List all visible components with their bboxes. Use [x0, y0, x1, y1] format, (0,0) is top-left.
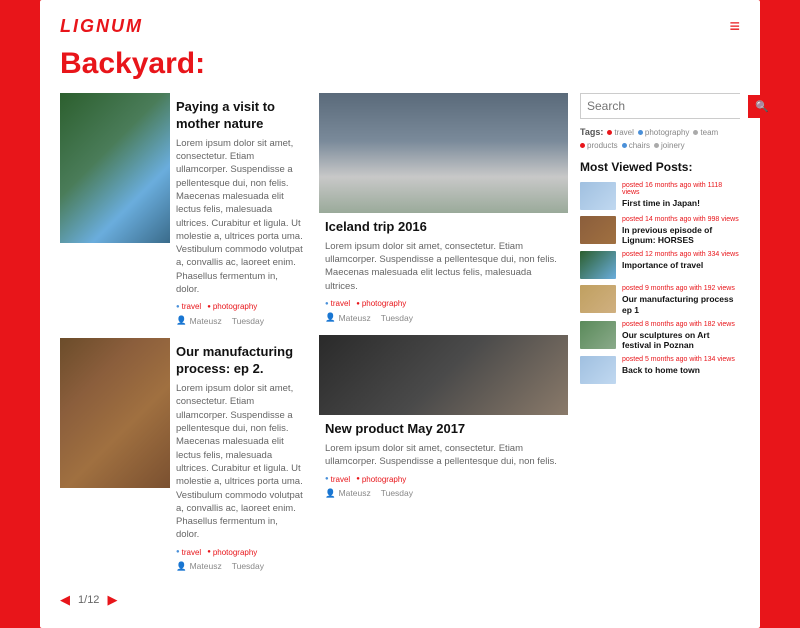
article-1-title: Paying a visit to mother nature [176, 99, 303, 133]
article-col-2: Iceland trip 2016 Lorem ipsum dolor sit … [319, 93, 568, 608]
mv-meta-1: posted 16 months ago with 1118 views [622, 182, 740, 196]
tag-pill-travel[interactable]: travel [607, 127, 634, 137]
tag-travel-3[interactable]: travel [325, 299, 350, 308]
tags-label: Tags: [580, 127, 603, 137]
article-3-title: Iceland trip 2016 [325, 219, 562, 236]
mv-thumb-6 [580, 356, 616, 384]
most-viewed-list: posted 16 months ago with 1118 views Fir… [580, 182, 740, 384]
mv-title-4: Our manufacturing process ep 1 [622, 294, 740, 314]
mv-meta-6: posted 5 months ago with 134 views [622, 356, 740, 363]
mv-meta-4: posted 9 months ago with 192 views [622, 285, 740, 292]
article-2-image [60, 338, 170, 488]
most-viewed-title: Most Viewed Posts: [580, 160, 740, 174]
date-2: Tuesday [232, 561, 264, 571]
articles-section: Paying a visit to mother nature Lorem ip… [60, 93, 568, 608]
date-3: Tuesday [381, 313, 413, 323]
article-1-meta: 👤 Mateusz Tuesday [176, 315, 303, 326]
article-2-excerpt: Lorem ipsum dolor sit amet, consectetur.… [176, 382, 303, 542]
mv-title-3: Importance of travel [622, 260, 740, 270]
article-3-excerpt: Lorem ipsum dolor sit amet, consectetur.… [325, 240, 562, 293]
article-card-4[interactable]: New product May 2017 Lorem ipsum dolor s… [319, 335, 568, 502]
author-icon-1: 👤 Mateusz [176, 315, 222, 326]
mv-title-2: In previous episode of Lignum: HORSES [622, 225, 740, 245]
article-card-1[interactable]: Paying a visit to mother nature Lorem ip… [60, 93, 309, 330]
mv-text-3: posted 12 months ago with 334 views Impo… [622, 251, 740, 270]
article-4-meta: 👤 Mateusz Tuesday [325, 488, 562, 499]
mv-title-1: First time in Japan! [622, 198, 740, 208]
mv-item-3[interactable]: posted 12 months ago with 334 views Impo… [580, 251, 740, 279]
article-4-tags: travel photography [325, 475, 562, 484]
mv-title-6: Back to home town [622, 365, 740, 375]
tag-photo-4[interactable]: photography [356, 475, 406, 484]
article-4-excerpt: Lorem ipsum dolor sit amet, consectetur.… [325, 442, 562, 469]
logo: LIGNUM [60, 16, 143, 37]
mv-thumb-4 [580, 285, 616, 313]
page-title: Backyard: [60, 47, 740, 81]
hamburger-icon[interactable]: ≡ [729, 16, 740, 37]
top-bar: LIGNUM ≡ [60, 16, 740, 37]
author-icon-4: 👤 Mateusz [325, 488, 371, 499]
main-content: Paying a visit to mother nature Lorem ip… [60, 93, 740, 608]
tag-pill-products[interactable]: products [580, 141, 618, 150]
article-1-body: Paying a visit to mother nature Lorem ip… [170, 93, 309, 330]
tag-travel-4[interactable]: travel [325, 475, 350, 484]
tag-travel-2[interactable]: travel [176, 548, 201, 557]
mv-text-4: posted 9 months ago with 192 views Our m… [622, 285, 740, 314]
author-icon-3: 👤 Mateusz [325, 312, 371, 323]
article-card-3[interactable]: Iceland trip 2016 Lorem ipsum dolor sit … [319, 93, 568, 327]
mv-item-6[interactable]: posted 5 months ago with 134 views Back … [580, 356, 740, 384]
article-4-image [319, 335, 568, 415]
tag-pill-joinery[interactable]: joinery [654, 141, 685, 150]
search-input[interactable] [581, 94, 748, 118]
mv-thumb-5 [580, 321, 616, 349]
mv-text-5: posted 8 months ago with 182 views Our s… [622, 321, 740, 350]
tag-photo-2[interactable]: photography [207, 548, 257, 557]
tag-pill-team[interactable]: team [693, 127, 718, 137]
article-1-excerpt: Lorem ipsum dolor sit amet, consectetur.… [176, 137, 303, 297]
article-1-image [60, 93, 170, 243]
article-3-body: Iceland trip 2016 Lorem ipsum dolor sit … [319, 213, 568, 327]
author-icon-2: 👤 Mateusz [176, 561, 222, 572]
date-1: Tuesday [232, 316, 264, 326]
article-3-image [319, 93, 568, 213]
article-3-meta: 👤 Mateusz Tuesday [325, 312, 562, 323]
article-card-2[interactable]: Our manufacturing process: ep 2. Lorem i… [60, 338, 309, 575]
mv-meta-5: posted 8 months ago with 182 views [622, 321, 740, 328]
mv-thumb-1 [580, 182, 616, 210]
date-4: Tuesday [381, 488, 413, 498]
mv-item-4[interactable]: posted 9 months ago with 192 views Our m… [580, 285, 740, 314]
article-2-title: Our manufacturing process: ep 2. [176, 344, 303, 378]
article-col-1: Paying a visit to mother nature Lorem ip… [60, 93, 309, 608]
article-2-body: Our manufacturing process: ep 2. Lorem i… [170, 338, 309, 575]
mv-item-5[interactable]: posted 8 months ago with 182 views Our s… [580, 321, 740, 350]
article-4-title: New product May 2017 [325, 421, 562, 438]
article-4-body: New product May 2017 Lorem ipsum dolor s… [319, 415, 568, 502]
tag-travel-1[interactable]: travel [176, 302, 201, 311]
tag-pill-chairs[interactable]: chairs [622, 141, 650, 150]
article-2-tags: travel photography [176, 548, 303, 557]
mv-meta-2: posted 14 months ago with 998 views [622, 216, 740, 223]
mv-text-1: posted 16 months ago with 1118 views Fir… [622, 182, 740, 208]
mv-item-2[interactable]: posted 14 months ago with 998 views In p… [580, 216, 740, 245]
mv-item-1[interactable]: posted 16 months ago with 1118 views Fir… [580, 182, 740, 210]
tags-section: Tags: travel photography team products c… [580, 127, 740, 150]
mv-title-5: Our sculptures on Art festival in Poznan [622, 330, 740, 350]
tag-photo-1[interactable]: photography [207, 302, 257, 311]
mv-text-6: posted 5 months ago with 134 views Back … [622, 356, 740, 375]
main-container: LIGNUM ≡ Backyard: Paying a visit to mot… [40, 0, 760, 628]
article-2-meta: 👤 Mateusz Tuesday [176, 561, 303, 572]
mv-text-2: posted 14 months ago with 998 views In p… [622, 216, 740, 245]
tag-photo-3[interactable]: photography [356, 299, 406, 308]
mv-thumb-2 [580, 216, 616, 244]
tag-pill-photography[interactable]: photography [638, 127, 689, 137]
search-button[interactable]: 🔍 [748, 95, 776, 118]
mv-thumb-3 [580, 251, 616, 279]
mv-meta-3: posted 12 months ago with 334 views [622, 251, 740, 258]
article-3-tags: travel photography [325, 299, 562, 308]
article-1-tags: travel photography [176, 302, 303, 311]
sidebar: 🔍 Tags: travel photography team products… [580, 93, 740, 608]
search-box: 🔍 [580, 93, 740, 119]
